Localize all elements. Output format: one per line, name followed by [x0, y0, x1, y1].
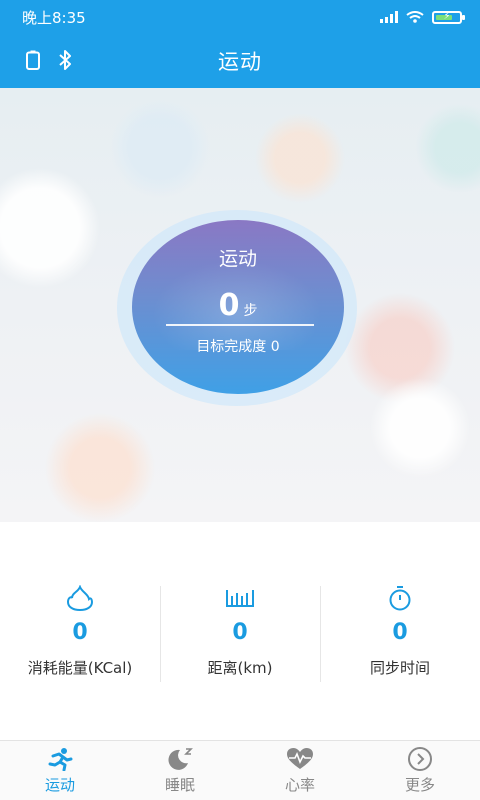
stat-label: 消耗能量(KCal)	[27, 659, 133, 677]
stat-label: 距离(km)	[207, 659, 273, 677]
stat-sync-time: 0 同步时间	[320, 584, 480, 694]
status-bar: 晚上8:35 ⚡	[0, 0, 480, 34]
running-icon	[47, 746, 73, 772]
stat-value: 0	[392, 620, 408, 645]
tab-sleep[interactable]: 睡眠	[120, 741, 240, 800]
stat-value: 0	[72, 620, 88, 645]
app-header: 运动	[0, 34, 480, 88]
battery-icon[interactable]	[26, 50, 40, 70]
stat-energy: 0 消耗能量(KCal)	[0, 584, 160, 694]
signal-icon	[380, 11, 398, 23]
moon-icon	[166, 746, 194, 772]
stopwatch-icon	[387, 584, 413, 612]
tab-label: 睡眠	[164, 776, 195, 794]
stats-row: 0 消耗能量(KCal) 0 距离(km) 0 同步时间	[0, 584, 480, 694]
tab-heart-rate[interactable]: 心率	[240, 741, 360, 800]
page-title: 运动	[218, 50, 262, 74]
bluetooth-icon[interactable]	[58, 50, 72, 70]
bottom-nav: 运动 睡眠 心率 更多	[0, 740, 480, 800]
ruler-icon	[225, 584, 255, 612]
steps-circle[interactable]: 运动 0 步 目标完成度 0	[132, 220, 344, 394]
steps-row: 0 步	[132, 288, 344, 323]
goal-value: 0	[270, 339, 280, 355]
more-icon	[407, 746, 433, 772]
goal-row: 目标完成度 0	[132, 336, 344, 356]
stat-distance: 0 距离(km)	[160, 584, 320, 694]
circle-divider	[166, 324, 314, 326]
status-time: 晚上8:35	[22, 8, 86, 27]
tab-label: 心率	[284, 776, 315, 794]
steps-unit: 步	[243, 303, 258, 319]
tab-label: 更多	[404, 776, 435, 794]
stat-value: 0	[232, 620, 248, 645]
fire-icon	[66, 584, 94, 612]
tab-label: 运动	[44, 776, 75, 794]
tab-more[interactable]: 更多	[360, 741, 480, 800]
battery-charging-icon: ⚡	[432, 10, 465, 24]
goal-label: 目标完成度	[196, 339, 267, 355]
header-left-icons	[26, 50, 72, 70]
circle-title: 运动	[218, 248, 257, 270]
status-icons: ⚡	[380, 10, 465, 24]
tab-sport[interactable]: 运动	[0, 741, 120, 800]
heart-icon	[286, 746, 314, 772]
hero-background: 运动 0 步 目标完成度 0	[0, 88, 480, 522]
stat-label: 同步时间	[369, 659, 430, 677]
steps-value: 0	[218, 288, 240, 323]
wifi-icon	[406, 11, 424, 23]
